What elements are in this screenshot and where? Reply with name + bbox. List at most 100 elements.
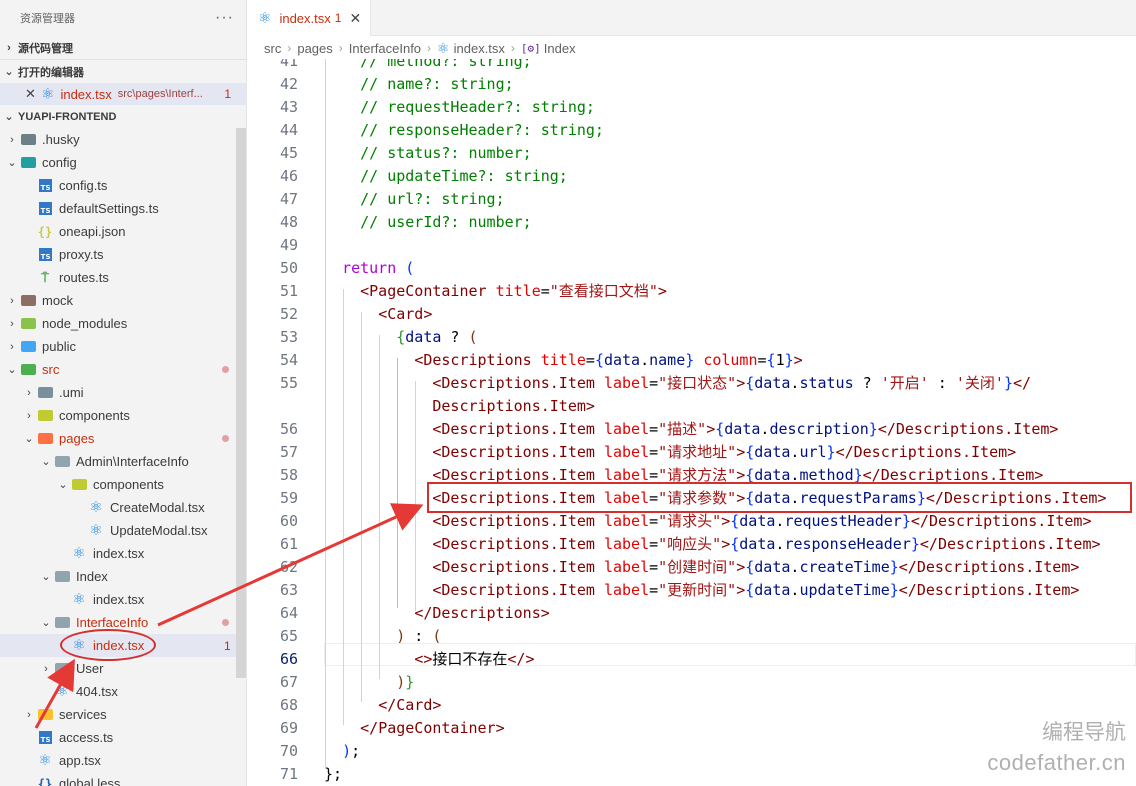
tree-folder[interactable]: ⌄ src bbox=[0, 358, 236, 381]
section-project[interactable]: ⌄ YUAPI-FRONTEND bbox=[0, 105, 246, 128]
code-line[interactable]: // requestHeader?: string; bbox=[324, 96, 595, 119]
tree-folder[interactable]: › node_modules bbox=[0, 312, 236, 335]
code-line[interactable]: <Descriptions.Item label="请求地址">{data.ur… bbox=[324, 441, 1016, 464]
folder-icon bbox=[20, 340, 36, 354]
tree-file[interactable]: TS config.ts bbox=[0, 174, 236, 197]
tree-folder[interactable]: › components bbox=[0, 404, 236, 427]
chevron-right-icon: › bbox=[27, 409, 31, 422]
tree-folder[interactable]: › public bbox=[0, 335, 236, 358]
code-token: Descriptions.Item bbox=[441, 512, 595, 530]
section-source-control[interactable]: › 源代码管理 bbox=[0, 36, 246, 59]
chevron-right-icon: › bbox=[427, 41, 432, 55]
code-line[interactable]: <Card> bbox=[324, 303, 432, 326]
code-line[interactable]: )} bbox=[324, 671, 414, 694]
tree-folder[interactable]: ⌄ pages bbox=[0, 427, 236, 450]
code-line[interactable]: <Descriptions title={data.name} column={… bbox=[324, 349, 802, 372]
code-line[interactable]: // userId?: number; bbox=[324, 211, 532, 234]
open-editor-item[interactable]: ✕ ⚛ index.tsx src\pages\Interf... 1 bbox=[0, 83, 246, 105]
code-line[interactable]: // status?: number; bbox=[324, 142, 532, 165]
tree-file[interactable]: TS defaultSettings.ts bbox=[0, 197, 236, 220]
chevron-right-icon: › bbox=[10, 294, 14, 307]
code-line[interactable]: }; bbox=[324, 763, 342, 786]
breadcrumb-segment[interactable]: Index bbox=[544, 41, 576, 56]
tree-file[interactable]: ⚛ index.tsx bbox=[0, 588, 236, 611]
code-line[interactable]: ); bbox=[324, 740, 360, 763]
code-line[interactable]: ) : ( bbox=[324, 625, 441, 648]
json-file-icon: {} bbox=[37, 225, 53, 239]
code-line[interactable]: <Descriptions.Item label="请求头">{data.req… bbox=[324, 510, 1091, 533]
code-line[interactable]: Descriptions.Item> bbox=[324, 395, 595, 418]
code-line[interactable]: <>接口不存在</> bbox=[324, 648, 534, 671]
tree-folder[interactable]: › .umi bbox=[0, 381, 236, 404]
tree-folder[interactable]: ⌄ Index bbox=[0, 565, 236, 588]
tab-index-tsx[interactable]: ⚛ index.tsx 1 ✕ bbox=[248, 0, 371, 36]
code-token: . bbox=[640, 351, 650, 369]
code-line[interactable]: return ( bbox=[324, 257, 414, 280]
code-line[interactable]: <Descriptions.Item label="接口状态">{data.st… bbox=[324, 372, 1031, 395]
line-number: 71 bbox=[279, 765, 298, 783]
tree-folder[interactable]: ⌄ config bbox=[0, 151, 236, 174]
code-token: data bbox=[754, 558, 791, 576]
code-line[interactable]: // name?: string; bbox=[324, 73, 514, 96]
tree-file[interactable]: ⚛ UpdateModal.tsx bbox=[0, 519, 236, 542]
tree-file[interactable]: TS access.ts bbox=[0, 726, 236, 749]
section-open-editors[interactable]: ⌄ 打开的编辑器 bbox=[0, 60, 246, 83]
tree-folder[interactable]: › services bbox=[0, 703, 236, 726]
tree-folder[interactable]: › mock bbox=[0, 289, 236, 312]
tree-file[interactable]: {} oneapi.json bbox=[0, 220, 236, 243]
tree-item-label: UpdateModal.tsx bbox=[110, 523, 208, 538]
code-line[interactable]: <PageContainer title="查看接口文档"> bbox=[324, 280, 667, 303]
explorer-header: 资源管理器 ··· bbox=[0, 0, 246, 36]
code-token: > bbox=[585, 397, 595, 415]
code-line[interactable]: // url?: string; bbox=[324, 188, 505, 211]
close-icon[interactable]: ✕ bbox=[349, 10, 361, 27]
folder-shape bbox=[54, 663, 70, 674]
folder-icon bbox=[54, 570, 70, 584]
tree-file[interactable]: ⍑ routes.ts bbox=[0, 266, 236, 289]
line-number: 65 bbox=[279, 627, 298, 645]
code-token: data bbox=[603, 351, 641, 369]
code-line[interactable]: </Descriptions> bbox=[324, 602, 549, 625]
breadcrumb-segment[interactable]: pages bbox=[297, 41, 332, 56]
tree-file[interactable]: TS proxy.ts bbox=[0, 243, 236, 266]
tree-folder[interactable]: ⌄ components bbox=[0, 473, 236, 496]
breadcrumb-segment[interactable]: index.tsx bbox=[454, 41, 505, 56]
code-token: Descriptions.Item bbox=[432, 397, 586, 415]
code-token: = bbox=[649, 443, 659, 461]
tree-folder[interactable]: ⌄ Admin\InterfaceInfo bbox=[0, 450, 236, 473]
tree-file[interactable]: ⚛ 404.tsx bbox=[0, 680, 236, 703]
tree-file[interactable]: ⚛ index.tsx bbox=[0, 542, 236, 565]
folder-shape bbox=[37, 387, 53, 398]
code-line[interactable]: // updateTime?: string; bbox=[324, 165, 568, 188]
code-line[interactable]: <Descriptions.Item label="创建时间">{data.cr… bbox=[324, 556, 1079, 579]
tab-label: index.tsx bbox=[279, 10, 331, 26]
breadcrumb: src › pages › InterfaceInfo › ⚛ index.tsx › [⚙] In… bbox=[248, 37, 1136, 59]
code-line[interactable]: </Card> bbox=[324, 694, 441, 717]
folder-icon bbox=[54, 616, 70, 630]
tree-file[interactable]: {} global.less bbox=[0, 772, 236, 786]
code-line[interactable]: // responseHeader?: string; bbox=[324, 119, 604, 142]
code-token: "查看接口文档" bbox=[549, 282, 658, 300]
tree-file[interactable]: ⚛ CreateModal.tsx bbox=[0, 496, 236, 519]
code-line[interactable]: <Descriptions.Item label="响应头">{data.res… bbox=[324, 533, 1100, 556]
code-line[interactable]: // method?: string; bbox=[324, 59, 532, 73]
code-editor[interactable]: 41 42 43 44 45 46 47 48 49 50 51 52 53 54 55 56 57 58 59 60… bbox=[248, 59, 1136, 786]
tree-folder[interactable]: › .husky bbox=[0, 128, 236, 151]
sidebar-scrollbar[interactable] bbox=[236, 128, 246, 678]
code-line[interactable]: {data ? ( bbox=[324, 326, 477, 349]
code-token: Descriptions.Item bbox=[441, 443, 595, 461]
chevron-down-icon: ⌄ bbox=[41, 571, 51, 583]
indent-guide bbox=[397, 358, 398, 608]
code-line[interactable]: <Descriptions.Item label="描述">{data.desc… bbox=[324, 418, 1058, 441]
close-icon[interactable]: ✕ bbox=[25, 86, 41, 102]
code-line[interactable]: </PageContainer> bbox=[324, 717, 505, 740]
ellipsis-icon[interactable]: ··· bbox=[215, 9, 234, 27]
code-line[interactable]: <Descriptions.Item label="更新时间">{data.up… bbox=[324, 579, 1079, 602]
tree-file[interactable]: ⚛ app.tsx bbox=[0, 749, 236, 772]
indent-guide bbox=[379, 335, 380, 679]
breadcrumb-segment[interactable]: InterfaceInfo bbox=[349, 41, 421, 56]
breadcrumb-segment[interactable]: src bbox=[264, 41, 281, 56]
code-token: Descriptions.Item bbox=[895, 420, 1050, 438]
